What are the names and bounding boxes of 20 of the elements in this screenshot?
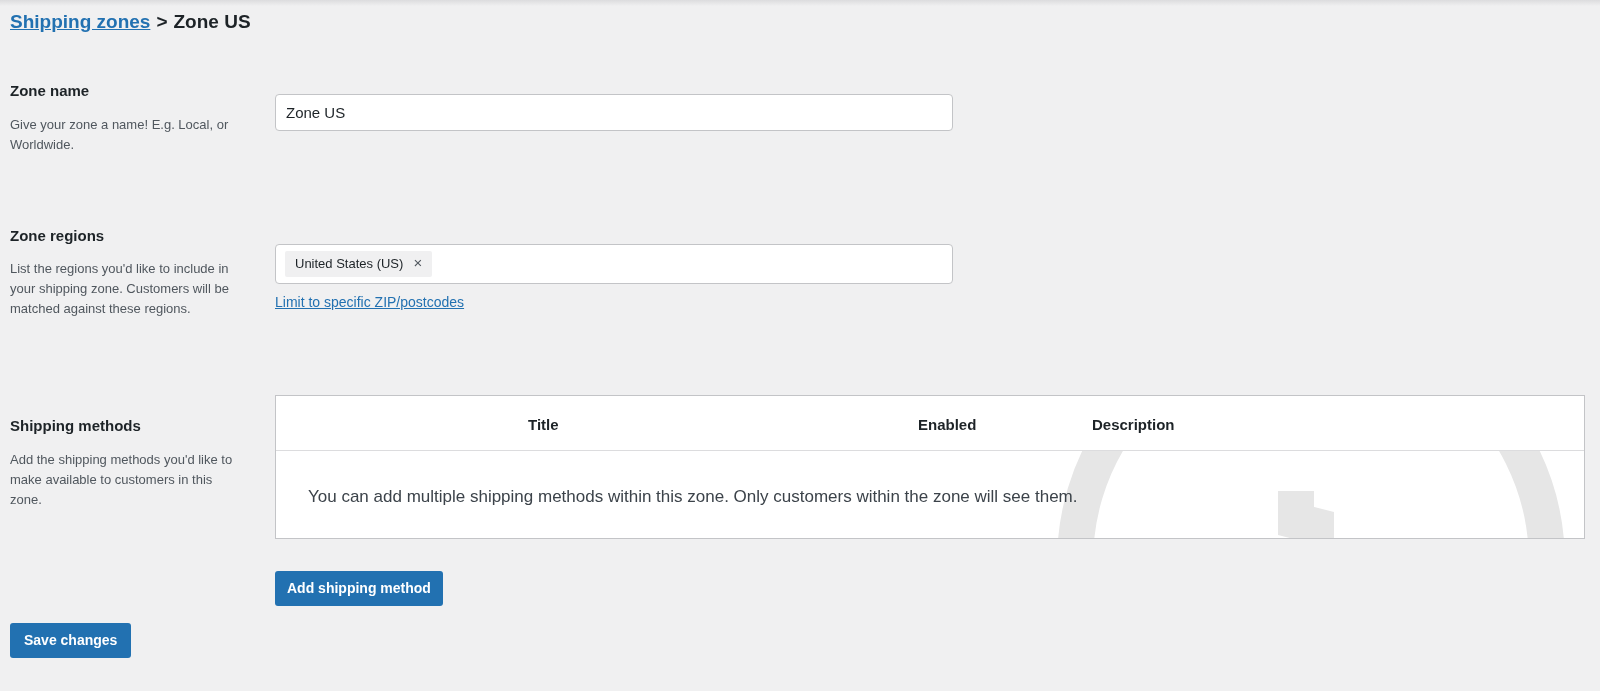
breadcrumb-separator: > — [156, 10, 168, 34]
postcode-link[interactable]: Limit to specific ZIP/postcodes — [275, 291, 465, 313]
breadcrumb-current: Zone US — [173, 10, 251, 34]
empty-message: You can add multiple shipping methods within this zone. Only customers within the zone will see them. — [308, 486, 1078, 508]
section-heading: Zone name — [10, 81, 91, 101]
section-description: Add the shipping methods you'd like to make available to customers in this zone. — [10, 450, 234, 509]
save-changes-button[interactable]: Save changes — [10, 623, 132, 658]
region-tag-label: United States (US) — [295, 254, 404, 273]
breadcrumb-link[interactable]: Shipping zones — [10, 8, 151, 37]
section-heading: Zone regions — [10, 225, 106, 246]
column-header: Enabled — [918, 415, 977, 435]
section-description: Give your zone a name! E.g. Local, or Worldwide. — [10, 115, 230, 154]
add-shipping-method-button[interactable]: Add shipping method — [275, 571, 443, 606]
zone-name-field[interactable]: Zone US — [275, 94, 953, 131]
section-description: List the regions you'd like to include in your shipping zone. Customers will be matched against these regions. — [10, 260, 230, 318]
remove-tag-button[interactable]: × — [413, 252, 423, 275]
column-header: Description — [1092, 415, 1175, 435]
section-heading: Shipping methods — [10, 416, 142, 436]
zone-regions-field[interactable]: United States (US) × — [275, 243, 953, 284]
column-header: Title — [528, 415, 559, 435]
